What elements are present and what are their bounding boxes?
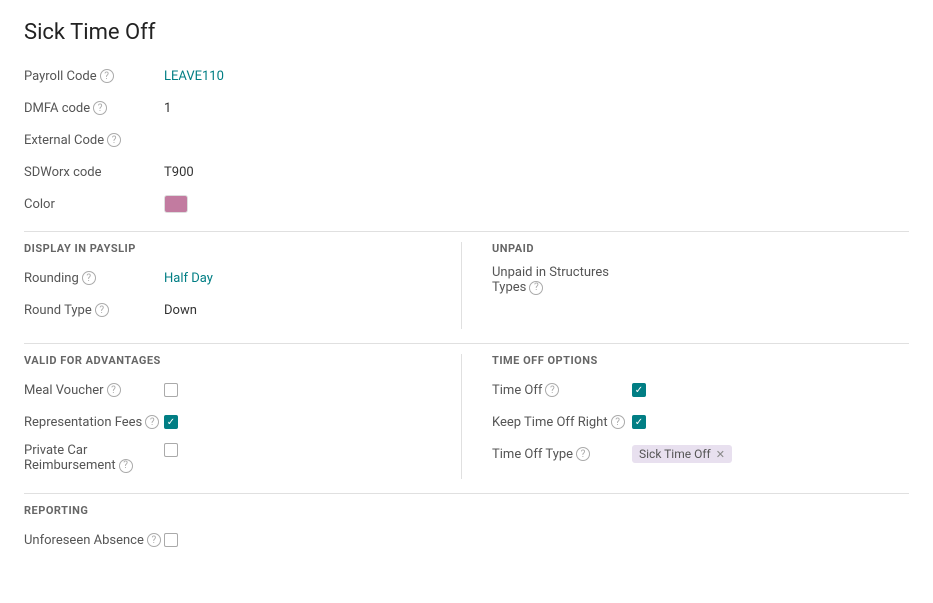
time-off-type-tag-close-icon[interactable]: ✕ <box>716 448 725 461</box>
dmfa-code-help-icon[interactable]: ? <box>93 101 107 115</box>
round-type-row: Round Type ? Down <box>24 297 441 323</box>
private-car-label: Private Car Reimbursement ? <box>24 441 164 473</box>
reporting-section: REPORTING Unforeseen Absence ? <box>24 504 909 553</box>
meal-voucher-help-icon[interactable]: ? <box>107 383 121 397</box>
dmfa-code-row: DMFA code ? 1 <box>24 95 909 121</box>
payroll-code-value: LEAVE110 <box>164 69 224 84</box>
representation-fees-checkbox[interactable]: ✓ <box>164 415 178 429</box>
time-off-type-label: Time Off Type ? <box>492 447 632 462</box>
keep-time-off-right-checkbox[interactable]: ✓ <box>632 415 646 429</box>
unforeseen-absence-checkbox[interactable] <box>164 533 178 547</box>
section-divider-3 <box>24 493 909 494</box>
unpaid-title: UNPAID <box>492 242 909 255</box>
time-off-type-help-icon[interactable]: ? <box>576 447 590 461</box>
rounding-label: Rounding ? <box>24 271 164 286</box>
keep-time-off-right-help-icon[interactable]: ? <box>611 415 625 429</box>
color-swatch[interactable] <box>164 195 188 213</box>
payroll-code-row: Payroll Code ? LEAVE110 <box>24 63 909 89</box>
payslip-unpaid-section: DISPLAY IN PAYSLIP Rounding ? Half Day R… <box>24 242 909 329</box>
unpaid-structures-help-icon[interactable]: ? <box>529 281 543 295</box>
representation-fees-row: Representation Fees ? ✓ <box>24 409 441 435</box>
rounding-help-icon[interactable]: ? <box>82 271 96 285</box>
round-type-value: Down <box>164 303 197 318</box>
unpaid-col: UNPAID Unpaid in Structures Types ? <box>462 242 909 329</box>
section-divider-1 <box>24 231 909 232</box>
advantages-timeoptions-section: VALID FOR ADVANTAGES Meal Voucher ? Repr… <box>24 354 909 479</box>
color-label: Color <box>24 197 164 212</box>
time-off-options-col: TIME OFF OPTIONS Time Off ? ✓ Keep Time … <box>462 354 909 479</box>
private-car-row: Private Car Reimbursement ? <box>24 441 441 473</box>
section-divider-2 <box>24 343 909 344</box>
dmfa-code-value: 1 <box>164 101 171 116</box>
payslip-col: DISPLAY IN PAYSLIP Rounding ? Half Day R… <box>24 242 462 329</box>
representation-fees-help-icon[interactable]: ? <box>145 415 159 429</box>
time-off-type-tag-text: Sick Time Off <box>639 447 711 461</box>
private-car-checkbox[interactable] <box>164 443 178 457</box>
unpaid-structures-label: Unpaid in Structures Types ? <box>492 265 609 295</box>
external-code-row: External Code ? <box>24 127 909 153</box>
color-row: Color <box>24 191 909 217</box>
dmfa-code-label: DMFA code ? <box>24 101 164 116</box>
time-off-label: Time Off ? <box>492 383 632 398</box>
sdworx-code-value: T900 <box>164 165 194 180</box>
private-car-help-icon[interactable]: ? <box>119 459 133 473</box>
time-off-type-row: Time Off Type ? Sick Time Off ✕ <box>492 441 909 467</box>
unforeseen-absence-label: Unforeseen Absence ? <box>24 533 164 548</box>
external-code-help-icon[interactable]: ? <box>107 133 121 147</box>
valid-for-advantages-title: VALID FOR ADVANTAGES <box>24 354 441 367</box>
external-code-label: External Code ? <box>24 133 164 148</box>
sdworx-code-row: SDWorx code T900 <box>24 159 909 185</box>
meal-voucher-checkbox[interactable] <box>164 383 178 397</box>
round-type-help-icon[interactable]: ? <box>95 303 109 317</box>
display-in-payslip-title: DISPLAY IN PAYSLIP <box>24 242 441 255</box>
rounding-row: Rounding ? Half Day <box>24 265 441 291</box>
payroll-code-label: Payroll Code ? <box>24 69 164 84</box>
advantages-col: VALID FOR ADVANTAGES Meal Voucher ? Repr… <box>24 354 462 479</box>
time-off-options-title: TIME OFF OPTIONS <box>492 354 909 367</box>
unforeseen-absence-help-icon[interactable]: ? <box>147 533 161 547</box>
time-off-help-icon[interactable]: ? <box>545 383 559 397</box>
sdworx-code-label: SDWorx code <box>24 165 164 180</box>
unpaid-structures-row: Unpaid in Structures Types ? <box>492 265 909 295</box>
round-type-label: Round Type ? <box>24 303 164 318</box>
keep-time-off-right-label: Keep Time Off Right ? <box>492 415 632 430</box>
page-title: Sick Time Off <box>24 20 909 45</box>
time-off-row: Time Off ? ✓ <box>492 377 909 403</box>
reporting-title: REPORTING <box>24 504 909 517</box>
representation-fees-label: Representation Fees ? <box>24 415 164 430</box>
unforeseen-absence-row: Unforeseen Absence ? <box>24 527 909 553</box>
payroll-code-help-icon[interactable]: ? <box>100 69 114 83</box>
time-off-checkbox[interactable]: ✓ <box>632 383 646 397</box>
rounding-value: Half Day <box>164 271 213 286</box>
time-off-type-tag[interactable]: Sick Time Off ✕ <box>632 445 732 463</box>
meal-voucher-label: Meal Voucher ? <box>24 383 164 398</box>
meal-voucher-row: Meal Voucher ? <box>24 377 441 403</box>
keep-time-off-right-row: Keep Time Off Right ? ✓ <box>492 409 909 435</box>
